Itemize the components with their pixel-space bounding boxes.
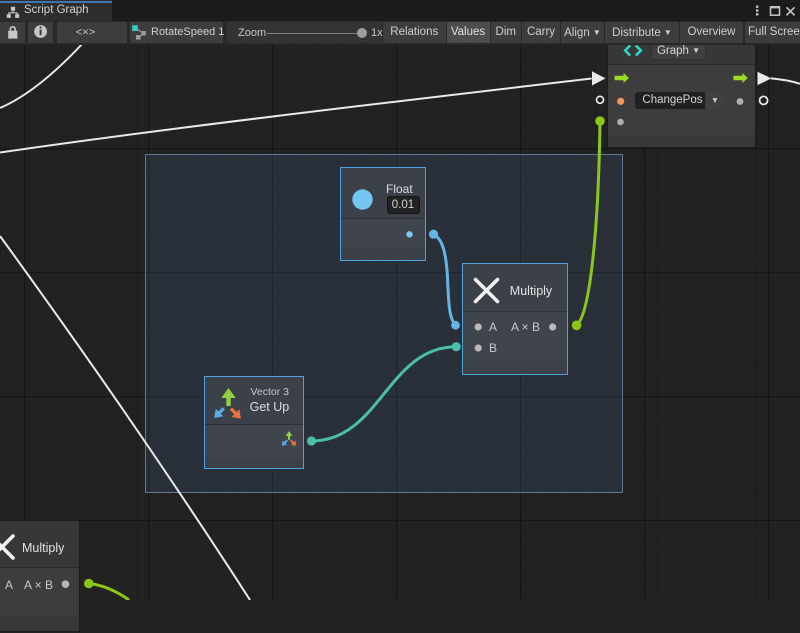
svg-text:<×>: <×> [76,27,95,39]
